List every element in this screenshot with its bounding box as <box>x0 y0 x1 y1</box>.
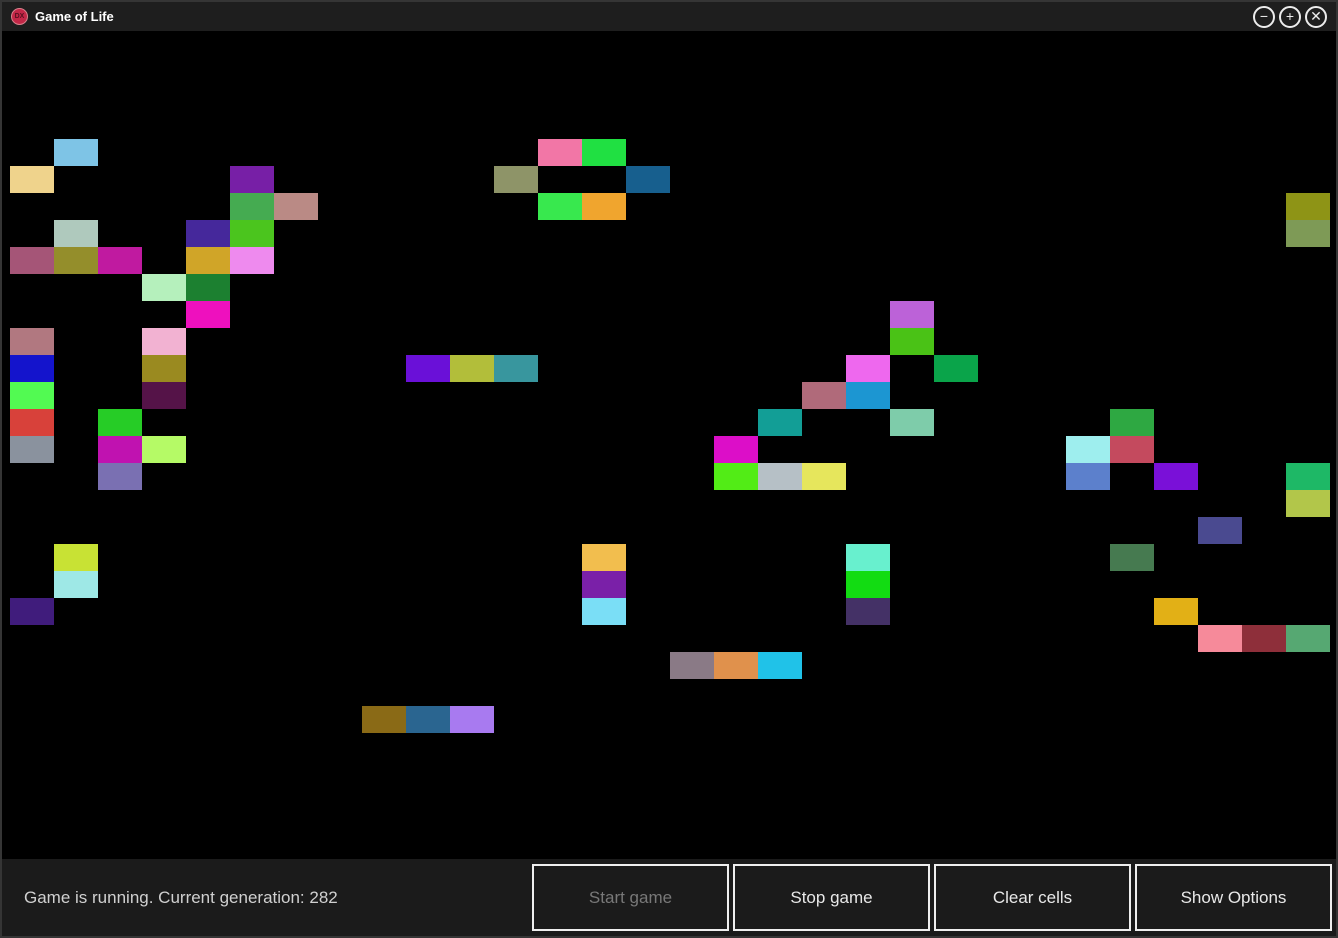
life-cell[interactable] <box>1110 544 1154 571</box>
life-cell[interactable] <box>142 274 186 301</box>
life-cell[interactable] <box>230 247 274 274</box>
life-cell[interactable] <box>1154 598 1198 625</box>
life-cell[interactable] <box>802 382 846 409</box>
life-cell[interactable] <box>142 382 186 409</box>
life-cell[interactable] <box>186 247 230 274</box>
life-cell[interactable] <box>98 247 142 274</box>
life-cell[interactable] <box>1198 517 1242 544</box>
life-cell[interactable] <box>142 328 186 355</box>
life-cell[interactable] <box>846 544 890 571</box>
life-cell[interactable] <box>10 436 54 463</box>
life-cell[interactable] <box>494 166 538 193</box>
life-cell[interactable] <box>54 247 98 274</box>
button-row: Start game Stop game Clear cells Show Op… <box>532 864 1332 931</box>
life-cell[interactable] <box>186 274 230 301</box>
life-cell[interactable] <box>626 166 670 193</box>
life-cell[interactable] <box>1286 220 1330 247</box>
life-cell[interactable] <box>10 409 54 436</box>
life-cell[interactable] <box>538 139 582 166</box>
life-cell[interactable] <box>142 355 186 382</box>
life-cell[interactable] <box>846 382 890 409</box>
close-button[interactable]: ✕ <box>1305 6 1327 28</box>
life-cell[interactable] <box>846 355 890 382</box>
life-cell[interactable] <box>142 436 186 463</box>
life-cell[interactable] <box>274 193 318 220</box>
life-cell[interactable] <box>494 355 538 382</box>
life-cell[interactable] <box>802 463 846 490</box>
life-cell[interactable] <box>714 463 758 490</box>
title-bar: DX Game of Life − + ✕ <box>2 2 1336 31</box>
life-cell[interactable] <box>98 436 142 463</box>
window-controls: − + ✕ <box>1253 6 1327 28</box>
status-bar: Game is running. Current generation: 282… <box>2 859 1336 936</box>
minimize-button[interactable]: − <box>1253 6 1275 28</box>
life-cell[interactable] <box>98 409 142 436</box>
life-cell[interactable] <box>230 166 274 193</box>
life-cell[interactable] <box>10 247 54 274</box>
window-title: Game of Life <box>35 9 114 24</box>
life-cell[interactable] <box>890 328 934 355</box>
life-cell[interactable] <box>670 652 714 679</box>
life-cell[interactable] <box>758 463 802 490</box>
start-game-button[interactable]: Start game <box>532 864 729 931</box>
life-cell[interactable] <box>758 652 802 679</box>
life-cell[interactable] <box>714 652 758 679</box>
life-cell[interactable] <box>1286 193 1330 220</box>
life-cell[interactable] <box>406 706 450 733</box>
life-cell[interactable] <box>54 220 98 247</box>
life-cell[interactable] <box>1110 436 1154 463</box>
app-icon: DX <box>11 8 28 25</box>
life-cell[interactable] <box>582 193 626 220</box>
life-cell[interactable] <box>230 220 274 247</box>
life-cell[interactable] <box>582 139 626 166</box>
clear-cells-button[interactable]: Clear cells <box>934 864 1131 931</box>
life-cell[interactable] <box>1066 436 1110 463</box>
life-cell[interactable] <box>758 409 802 436</box>
life-cell[interactable] <box>230 193 274 220</box>
life-cell[interactable] <box>10 328 54 355</box>
life-cell[interactable] <box>1110 409 1154 436</box>
life-cell[interactable] <box>1198 625 1242 652</box>
life-cell[interactable] <box>890 409 934 436</box>
status-text: Game is running. Current generation: 282 <box>24 888 338 908</box>
life-cell[interactable] <box>846 571 890 598</box>
life-cell[interactable] <box>1286 463 1330 490</box>
life-cell[interactable] <box>362 706 406 733</box>
close-icon: ✕ <box>1310 9 1322 23</box>
life-cell[interactable] <box>406 355 450 382</box>
life-cell[interactable] <box>450 355 494 382</box>
life-cell[interactable] <box>1066 463 1110 490</box>
maximize-icon: + <box>1286 9 1294 23</box>
life-cell[interactable] <box>450 706 494 733</box>
stop-game-button[interactable]: Stop game <box>733 864 930 931</box>
life-cell[interactable] <box>186 220 230 247</box>
life-cell[interactable] <box>1242 625 1286 652</box>
life-cell[interactable] <box>714 436 758 463</box>
game-grid[interactable] <box>2 31 1336 859</box>
life-cell[interactable] <box>934 355 978 382</box>
life-cell[interactable] <box>10 166 54 193</box>
life-cell[interactable] <box>538 193 582 220</box>
life-cell[interactable] <box>10 355 54 382</box>
life-cell[interactable] <box>10 382 54 409</box>
life-cell[interactable] <box>98 463 142 490</box>
game-of-life-window: DX Game of Life − + ✕ Game is running. C… <box>0 0 1338 938</box>
minimize-icon: − <box>1260 9 1268 23</box>
show-options-button[interactable]: Show Options <box>1135 864 1332 931</box>
life-cell[interactable] <box>1154 463 1198 490</box>
life-cell[interactable] <box>846 598 890 625</box>
maximize-button[interactable]: + <box>1279 6 1301 28</box>
life-cell[interactable] <box>1286 490 1330 517</box>
life-cell[interactable] <box>582 544 626 571</box>
life-cell[interactable] <box>1286 625 1330 652</box>
life-cell[interactable] <box>10 598 54 625</box>
life-cell[interactable] <box>582 598 626 625</box>
life-cell[interactable] <box>54 139 98 166</box>
life-cell[interactable] <box>54 544 98 571</box>
life-cell[interactable] <box>186 301 230 328</box>
life-cell[interactable] <box>582 571 626 598</box>
life-cell[interactable] <box>54 571 98 598</box>
life-cell[interactable] <box>890 301 934 328</box>
